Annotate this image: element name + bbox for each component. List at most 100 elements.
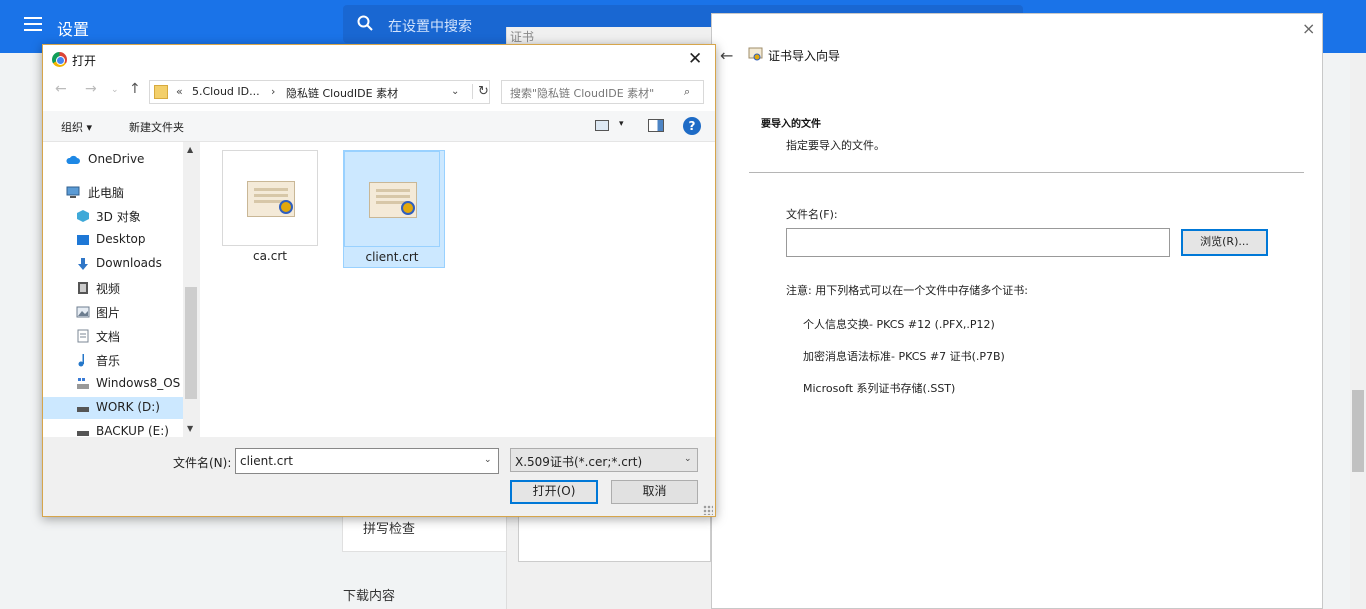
nav-item-work-drive[interactable]: WORK (D:) [43, 397, 183, 419]
preview-pane-icon[interactable] [648, 119, 664, 132]
wizard-heading: 要导入的文件 [761, 119, 821, 130]
nav-item-label: 音乐 [96, 354, 121, 368]
document-icon [77, 329, 89, 343]
file-item-client-crt[interactable]: client.crt [343, 150, 445, 268]
dialog-title: 打开 [72, 54, 97, 68]
forward-arrow-icon[interactable]: → [85, 81, 97, 97]
folder-search-input[interactable]: 搜索"隐私链 CloudIDE 素材" ⌕ [501, 80, 704, 104]
chrome-icon [52, 52, 67, 67]
certificates-list-box [518, 510, 711, 562]
filename-label: 文件名(N): [173, 456, 232, 470]
format-sst: Microsoft 系列证书存储(.SST) [803, 382, 956, 395]
up-arrow-icon[interactable]: ↑ [129, 81, 141, 97]
certificate-import-wizard: × ← 证书导入向导 要导入的文件 指定要导入的文件。 文件名(F): 浏览(R… [711, 13, 1323, 609]
format-p7b: 加密消息语法标准- PKCS #7 证书(.P7B) [803, 350, 1005, 363]
spellcheck-item[interactable]: 拼写检查 [363, 518, 415, 537]
page-scroll-thumb[interactable] [1352, 390, 1364, 472]
address-dropdown-icon[interactable]: ⌄ [451, 86, 459, 97]
folder-search-placeholder: 搜索"隐私链 CloudIDE 素材" [510, 87, 655, 100]
page-scrollbar[interactable] [1350, 53, 1366, 609]
address-bar[interactable]: « 5.Cloud ID... › 隐私链 CloudIDE 素材 ⌄ ↻ [149, 80, 490, 104]
nav-item-music[interactable]: 音乐 [43, 349, 183, 371]
open-file-dialog: 打开 ✕ ← → ⌄ ↑ « 5.Cloud ID... › 隐私链 Cloud… [42, 44, 716, 517]
settings-search-placeholder: 在设置中搜索 [388, 19, 472, 35]
search-icon [357, 15, 373, 31]
nav-scroll-thumb[interactable] [185, 287, 197, 399]
drive-icon [77, 407, 89, 412]
music-note-icon [78, 354, 84, 367]
certificates-tab[interactable]: 证书 [510, 28, 534, 45]
nav-item-pictures[interactable]: 图片 [43, 301, 183, 323]
chevron-down-icon[interactable]: ⌄ [484, 455, 492, 465]
command-bar: 组织 ▾ 新建文件夹 ▾ ? [43, 111, 715, 142]
nav-item-label: Desktop [96, 232, 146, 246]
file-item-ca-crt[interactable]: ca.crt [222, 150, 324, 268]
open-button[interactable]: 打开(O) [510, 480, 598, 504]
nav-item-label: 图片 [96, 306, 121, 320]
nav-item-3d-objects[interactable]: 3D 对象 [43, 205, 183, 227]
picture-icon [76, 306, 90, 318]
scroll-down-icon[interactable]: ▼ [187, 424, 193, 433]
filename-input[interactable]: client.crt ⌄ [235, 448, 499, 474]
file-name: ca.crt [252, 249, 287, 263]
cloud-icon [66, 155, 80, 164]
browse-button[interactable]: 浏览(R)... [1181, 229, 1268, 256]
settings-title: 设置 [57, 20, 90, 39]
nav-item-label: WORK (D:) [96, 400, 160, 414]
file-name-label: 文件名(F): [786, 208, 838, 221]
nav-item-label: OneDrive [88, 152, 145, 166]
refresh-icon[interactable]: ↻ [472, 84, 489, 99]
dialog-titlebar[interactable]: 打开 ✕ [43, 45, 715, 75]
wizard-subheading: 指定要导入的文件。 [786, 139, 885, 152]
address-segment-current[interactable]: 隐私链 CloudIDE 素材 [286, 85, 398, 101]
navigation-pane: OneDrive 此电脑 3D 对象 Desktop Downloads 视频 … [43, 142, 199, 437]
file-type-value: X.509证书(*.cer;*.crt) [515, 455, 643, 469]
nav-item-windows8-os[interactable]: Windows8_OS [43, 373, 183, 395]
menu-icon[interactable] [24, 17, 42, 31]
resize-grip-icon[interactable] [703, 505, 713, 515]
new-folder-button[interactable]: 新建文件夹 [129, 119, 184, 135]
view-icon[interactable] [595, 120, 609, 131]
certificate-file-icon [369, 182, 417, 218]
desktop-icon [77, 235, 89, 245]
address-separator-icon[interactable]: › [271, 85, 275, 98]
filename-value: client.crt [240, 454, 294, 468]
close-icon[interactable]: ✕ [688, 49, 702, 69]
drive-icon [77, 431, 89, 436]
view-dropdown-icon[interactable]: ▾ [619, 119, 624, 129]
certificate-file-icon [247, 181, 295, 217]
scroll-up-icon[interactable]: ▲ [187, 145, 193, 154]
nav-item-desktop[interactable]: Desktop [43, 229, 183, 251]
file-list: ca.crt client.crt [199, 142, 715, 437]
nav-item-videos[interactable]: 视频 [43, 277, 183, 299]
file-name-input[interactable] [786, 228, 1170, 257]
recent-locations-chevron-icon[interactable]: ⌄ [111, 85, 119, 95]
search-icon: ⌕ [684, 85, 691, 98]
nav-item-onedrive[interactable]: OneDrive [43, 149, 183, 171]
file-name: client.crt [365, 250, 419, 264]
cube-icon [77, 210, 89, 222]
nav-item-backup-drive[interactable]: BACKUP (E:) [43, 421, 183, 437]
organize-button[interactable]: 组织 ▾ [61, 119, 92, 135]
nav-item-documents[interactable]: 文档 [43, 325, 183, 347]
close-icon[interactable]: × [1302, 19, 1315, 38]
windows-drive-icon [77, 378, 89, 389]
chevron-down-icon[interactable]: ⌄ [684, 454, 692, 464]
film-icon [78, 282, 88, 294]
downloads-section-title: 下载内容 [343, 589, 396, 604]
address-overflow[interactable]: « [176, 85, 183, 98]
back-arrow-icon[interactable]: ← [720, 46, 733, 65]
back-arrow-icon[interactable]: ← [55, 81, 67, 97]
computer-icon [66, 186, 80, 198]
nav-item-label: 此电脑 [88, 186, 125, 200]
nav-item-label: 文档 [96, 330, 121, 344]
wizard-title: 证书导入向导 [768, 49, 841, 63]
cancel-button[interactable]: 取消 [611, 480, 698, 504]
address-segment-cloud-id[interactable]: 5.Cloud ID... [192, 85, 260, 98]
file-type-select[interactable]: X.509证书(*.cer;*.crt) ⌄ [510, 448, 698, 472]
nav-item-this-pc[interactable]: 此电脑 [43, 181, 183, 203]
help-icon[interactable]: ? [683, 117, 701, 135]
nav-item-downloads[interactable]: Downloads [43, 253, 183, 275]
nav-item-label: 3D 对象 [96, 210, 141, 224]
certificate-icon [748, 47, 763, 61]
